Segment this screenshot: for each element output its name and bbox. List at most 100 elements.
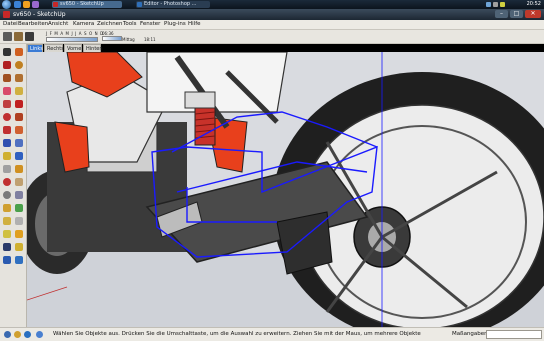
sketchup-icon[interactable] <box>3 11 10 18</box>
shock-mount <box>184 91 216 109</box>
menu-hilfe[interactable]: Hilfe <box>188 20 201 29</box>
menu-kamera[interactable]: Kamera <box>73 20 94 29</box>
help-icon[interactable] <box>36 331 43 338</box>
menu-fenster[interactable]: Fenster <box>140 20 160 29</box>
tab-links[interactable]: Links <box>27 44 43 52</box>
arc-tool[interactable] <box>2 73 12 83</box>
measurements-label: Maßangaben <box>452 331 488 337</box>
task-sketchup[interactable]: sv650 - SketchUp <box>52 1 122 8</box>
walk-icon <box>3 217 11 225</box>
section-tool[interactable] <box>14 229 24 239</box>
explorer-icon[interactable] <box>32 1 39 8</box>
left-tool-palette <box>0 44 27 327</box>
fog-icon[interactable] <box>25 32 34 41</box>
tab-rechts[interactable]: Rechts <box>44 44 64 52</box>
task-label: sv650 - SketchUp <box>60 1 104 7</box>
rectangle-tool[interactable] <box>2 60 12 70</box>
sandbox-tool[interactable] <box>2 242 12 252</box>
lookaround-tool[interactable] <box>14 216 24 226</box>
followme-tool[interactable] <box>14 112 24 122</box>
user-icon[interactable] <box>24 331 31 338</box>
layers-tool[interactable] <box>14 242 24 252</box>
menu-datei[interactable]: Datei <box>3 20 18 29</box>
start-button[interactable] <box>2 0 11 9</box>
pushpull-tool[interactable] <box>2 99 12 109</box>
offset-icon <box>15 126 23 134</box>
zoom-extents-tool[interactable] <box>2 203 12 213</box>
window-title: sv650 - SketchUp <box>13 11 66 18</box>
materials-tool[interactable] <box>14 255 24 265</box>
menu-bar: Datei Bearbeiten Ansicht Kamera Zeichnen… <box>0 20 544 30</box>
measurements-input[interactable] <box>486 330 542 339</box>
show-desktop-icon[interactable] <box>14 1 21 8</box>
zoom-icon <box>3 191 11 199</box>
zoom-tool[interactable] <box>2 190 12 200</box>
select-tool[interactable] <box>2 47 12 57</box>
tray-app-icon[interactable] <box>500 2 505 7</box>
tab-vorne[interactable]: Vorne <box>64 44 82 52</box>
3dtext-tool[interactable] <box>14 164 24 174</box>
tape-measure-icon <box>15 87 23 95</box>
paint-bucket-icon <box>3 139 11 147</box>
arc-icon <box>3 74 11 82</box>
firefox-icon[interactable] <box>23 1 30 8</box>
paint-tool[interactable] <box>2 138 12 148</box>
task-photoshop[interactable]: Editor - Photoshop ... <box>136 1 210 8</box>
geo-location-icon[interactable] <box>4 331 11 338</box>
model-viewport[interactable] <box>27 52 544 327</box>
eraser-tool[interactable] <box>2 86 12 96</box>
circle-tool[interactable] <box>14 60 24 70</box>
time-slider[interactable] <box>102 36 122 41</box>
menu-zeichnen[interactable]: Zeichnen <box>97 20 123 29</box>
3d-text-icon <box>15 165 23 173</box>
minimize-button[interactable]: – <box>495 10 508 18</box>
menu-bearbeiten[interactable]: Bearbeiten <box>18 20 48 29</box>
polygon-tool[interactable] <box>14 73 24 83</box>
orbit-tool[interactable] <box>2 177 12 187</box>
protractor-tool[interactable] <box>14 138 24 148</box>
network-icon[interactable] <box>486 2 491 7</box>
section-plane-icon <box>15 230 23 238</box>
pencil-tool[interactable] <box>14 47 24 57</box>
volume-icon[interactable] <box>493 2 498 7</box>
motorcycle-model[interactable] <box>27 52 544 327</box>
previous-view-tool[interactable] <box>14 203 24 213</box>
menu-ansicht[interactable]: Ansicht <box>48 20 68 29</box>
zoom-window-tool[interactable] <box>14 190 24 200</box>
status-bar: Wählen Sie Objekte aus. Drücken Sie die … <box>0 327 544 341</box>
walk-tool[interactable] <box>2 216 12 226</box>
scale-tool[interactable] <box>2 125 12 135</box>
zoom-window-icon <box>15 191 23 199</box>
tape-tool[interactable] <box>14 86 24 96</box>
move-tool[interactable] <box>14 99 24 109</box>
rotate-tool[interactable] <box>2 112 12 122</box>
maximize-button[interactable]: □ <box>510 10 523 18</box>
window-titlebar[interactable]: sv650 - SketchUp – □ ✕ <box>0 9 544 20</box>
pan-icon <box>15 178 23 186</box>
menu-tools[interactable]: Tools <box>123 20 137 29</box>
close-button[interactable]: ✕ <box>525 10 541 18</box>
offset-tool[interactable] <box>14 125 24 135</box>
components-tool[interactable] <box>2 255 12 265</box>
pan-tool[interactable] <box>14 177 24 187</box>
follow-me-icon <box>15 113 23 121</box>
layers-icon <box>15 243 23 251</box>
task-label: Editor - Photoshop ... <box>144 1 197 7</box>
menu-plugins[interactable]: Plug-ins <box>164 20 186 29</box>
date-slider[interactable] <box>46 37 98 42</box>
axes-tool[interactable] <box>2 164 12 174</box>
polygon-icon <box>15 74 23 82</box>
clock[interactable]: 20:52 <box>527 0 541 9</box>
push-pull-icon <box>3 100 11 108</box>
text-tool[interactable] <box>14 151 24 161</box>
move-icon <box>15 100 23 108</box>
tab-hinten[interactable]: Hinten <box>83 44 103 52</box>
taskbar: sv650 - SketchUp Editor - Photoshop ... … <box>0 0 544 9</box>
position-camera-tool[interactable] <box>2 229 12 239</box>
shadow-settings-icon[interactable] <box>14 32 23 41</box>
shadow-toggle-icon[interactable] <box>3 32 12 41</box>
dimension-icon <box>3 152 11 160</box>
dimension-tool[interactable] <box>2 151 12 161</box>
credits-icon[interactable] <box>14 331 21 338</box>
previous-view-icon <box>15 204 23 212</box>
